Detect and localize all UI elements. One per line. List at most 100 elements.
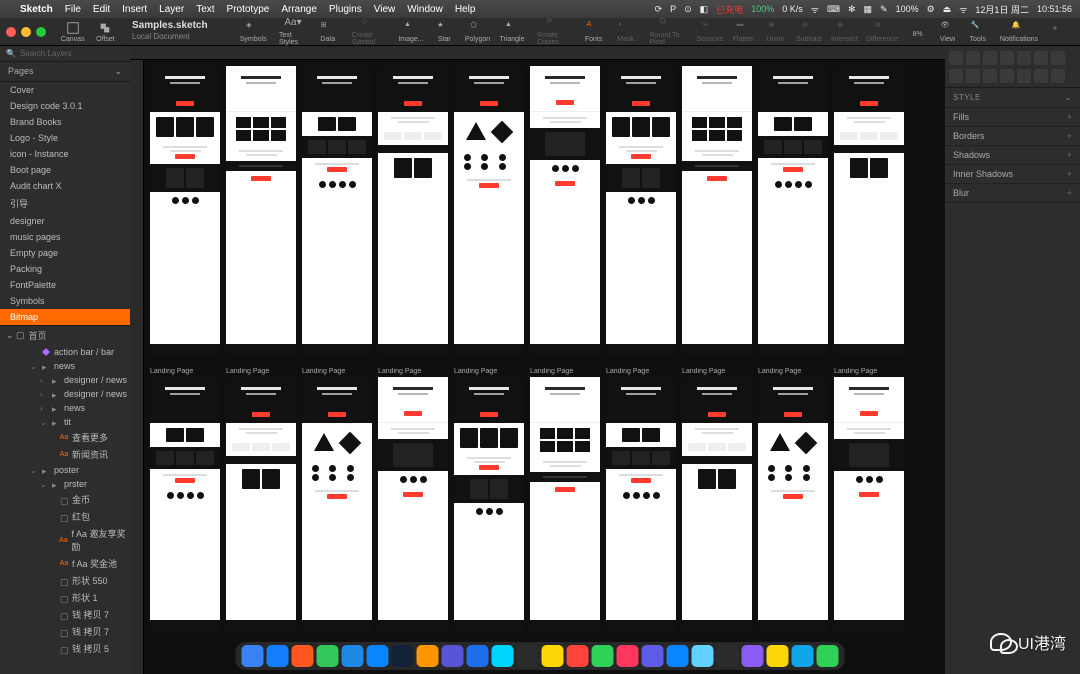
align-button[interactable] [1034, 69, 1048, 83]
align-button[interactable] [983, 51, 997, 65]
artboard[interactable]: Landing Page [682, 368, 752, 632]
star-button[interactable]: ★Star [430, 21, 458, 43]
menu-item[interactable]: Edit [93, 4, 110, 15]
artboard[interactable] [302, 64, 372, 356]
maximize-button[interactable] [36, 27, 46, 37]
layer-item[interactable]: 钱 拷贝 5 [0, 640, 130, 657]
layer-item[interactable]: 红包 [0, 508, 130, 525]
menubar-time[interactable]: 10:51:56 [1037, 4, 1072, 14]
status-icon[interactable]: ⌨ [827, 4, 840, 15]
layer-item[interactable]: 钱 拷贝 7 [0, 606, 130, 623]
align-button[interactable] [966, 69, 980, 83]
dock-app[interactable] [692, 645, 714, 667]
align-button[interactable] [1017, 69, 1031, 83]
artboard[interactable]: Landing Page [302, 368, 372, 632]
borders-section[interactable]: Borders+ [945, 127, 1080, 146]
flatten-button[interactable]: ▬Flatten [729, 21, 757, 43]
page-item[interactable]: FontPalette [0, 277, 130, 293]
menu-item[interactable]: File [65, 4, 81, 15]
dock-app[interactable] [642, 645, 664, 667]
dock-app[interactable] [517, 645, 539, 667]
align-button[interactable] [949, 69, 963, 83]
layer-item[interactable]: 形状 550 [0, 572, 130, 589]
create-symbol-button[interactable]: ◇Create Symbol [346, 17, 392, 46]
artboard[interactable] [606, 64, 676, 356]
dock-app[interactable] [667, 645, 689, 667]
artboard[interactable]: Landing Page [606, 368, 676, 632]
artboard[interactable] [150, 64, 220, 356]
close-button[interactable] [6, 27, 16, 37]
dock-app[interactable] [467, 645, 489, 667]
menubar-date[interactable]: 12月1日 周二 [975, 3, 1029, 16]
shadows-section[interactable]: Shadows+ [945, 146, 1080, 165]
layer-item[interactable]: f Aa 奖金池 [0, 555, 130, 572]
menu-item[interactable]: Text [196, 4, 214, 15]
union-button[interactable]: ⊕Union [761, 21, 789, 43]
rotate-copies-button[interactable]: ⟳Rotate Copies [531, 17, 576, 46]
fonts-button[interactable]: AFonts [580, 21, 608, 43]
artboard[interactable] [530, 64, 600, 356]
dock-app[interactable] [617, 645, 639, 667]
align-button[interactable] [1051, 51, 1065, 65]
page-item[interactable]: Logo - Style [0, 130, 130, 146]
artboard[interactable]: Landing Page [226, 368, 296, 632]
artboard[interactable]: Landing Page [378, 368, 448, 632]
artboard[interactable]: Landing Page [758, 368, 828, 632]
canvas-button[interactable]: Canvas [58, 21, 87, 43]
dock-app[interactable] [767, 645, 789, 667]
status-icon[interactable]: ◧ [700, 4, 709, 15]
layer-item[interactable]: ⌄ tit [0, 415, 130, 429]
menubar-app[interactable]: Sketch [20, 4, 53, 15]
dock-app[interactable] [442, 645, 464, 667]
zoom-level[interactable]: 8% [904, 21, 932, 43]
offset-button[interactable]: Offset [91, 21, 119, 43]
align-button[interactable] [1000, 51, 1014, 65]
intersect-button[interactable]: ⊗Intersect [829, 21, 861, 43]
artboard[interactable] [834, 64, 904, 356]
tools-button[interactable]: 🔧Tools [964, 21, 992, 43]
page-item[interactable]: music pages [0, 229, 130, 245]
menu-item[interactable]: Help [455, 4, 476, 15]
layer-item[interactable]: 新闻资讯 [0, 446, 130, 463]
status-icon[interactable]: ⏏ [943, 4, 952, 15]
dock-app[interactable] [592, 645, 614, 667]
align-button[interactable] [983, 69, 997, 83]
inner-shadows-section[interactable]: Inner Shadows+ [945, 165, 1080, 184]
menu-item[interactable]: Window [407, 4, 443, 15]
dock-app[interactable] [367, 645, 389, 667]
status-icon[interactable]: ⚙ [927, 4, 935, 15]
page-item[interactable]: Brand Books [0, 114, 130, 130]
artboard[interactable]: Landing Page [454, 368, 524, 632]
menu-item[interactable]: Layer [159, 4, 184, 15]
align-button[interactable] [1034, 51, 1048, 65]
plus-icon[interactable]: + [1067, 169, 1072, 179]
view-button[interactable]: 👁View [934, 21, 962, 43]
fills-section[interactable]: Fills+ [945, 108, 1080, 127]
data-button[interactable]: ⊞Data [314, 21, 342, 43]
align-button[interactable] [966, 51, 980, 65]
text-styles-button[interactable]: Aa▾Text Styles [273, 17, 310, 46]
dock-app[interactable] [542, 645, 564, 667]
dock-app[interactable] [717, 645, 739, 667]
menu-item[interactable]: Arrange [281, 4, 317, 15]
artboard[interactable] [454, 64, 524, 356]
scissors-button[interactable]: ✂Scissors [694, 21, 725, 43]
artboard[interactable]: Landing Page [530, 368, 600, 632]
dock-app[interactable] [742, 645, 764, 667]
layers-root[interactable]: ⌄ ▢首页 [0, 325, 130, 345]
plus-icon[interactable]: + [1067, 150, 1072, 160]
layer-item[interactable]: f Aa 邀友享奖励 [0, 525, 130, 555]
layer-item[interactable]: ⌄ prster [0, 477, 130, 491]
wifi-icon[interactable]: ᯤ [959, 3, 967, 16]
dock-app[interactable] [242, 645, 264, 667]
menu-item[interactable]: Plugins [329, 4, 362, 15]
page-item[interactable]: designer [0, 213, 130, 229]
dock-app[interactable] [417, 645, 439, 667]
difference-button[interactable]: ⊘Difference [864, 21, 899, 43]
layer-item[interactable]: › designer / news [0, 387, 130, 401]
style-header[interactable]: STYLE⌄ [945, 88, 1080, 108]
layer-item[interactable]: 形状 1 [0, 589, 130, 606]
plus-icon[interactable]: + [1067, 188, 1072, 198]
dock-app[interactable] [267, 645, 289, 667]
page-item[interactable]: Symbols [0, 293, 130, 309]
